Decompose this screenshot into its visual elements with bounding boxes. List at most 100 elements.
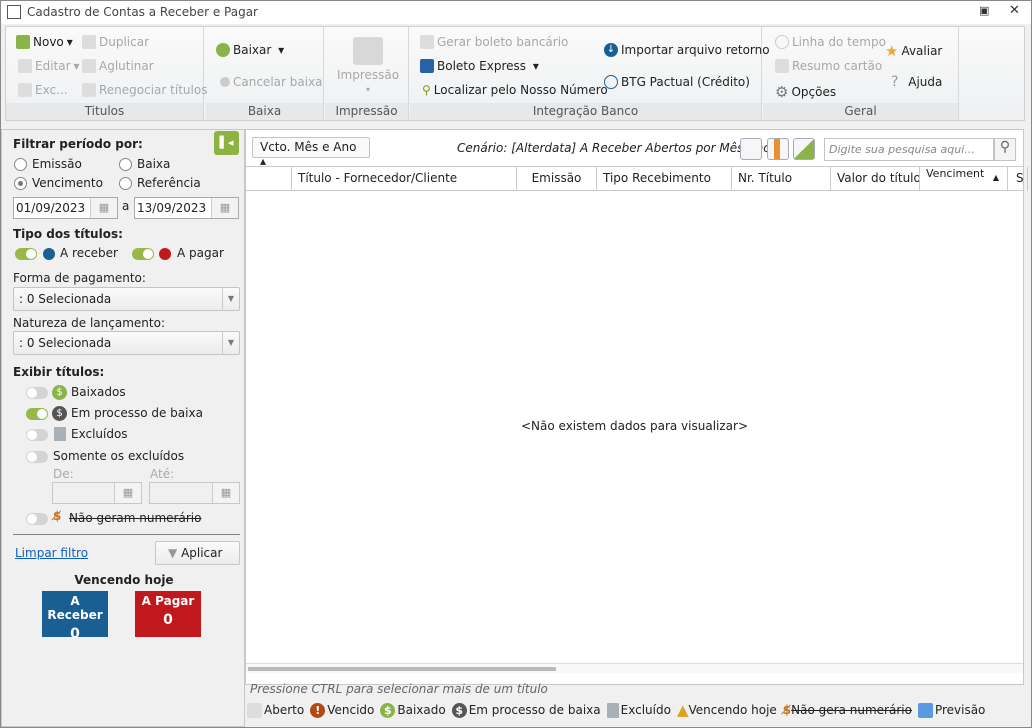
card-label: A Receber xyxy=(47,594,103,622)
handshake-icon xyxy=(82,83,96,97)
card-label: A Pagar xyxy=(141,594,195,608)
printer-icon xyxy=(353,37,384,65)
gerar-boleto-button[interactable]: Gerar boleto bancário xyxy=(420,35,568,49)
search-icon[interactable]: ⚲ xyxy=(994,138,1016,161)
toggle-excluidos[interactable] xyxy=(26,429,48,441)
toggle-receber[interactable] xyxy=(15,248,37,260)
legend-aberto: Aberto xyxy=(247,702,304,718)
forma-select[interactable]: : 0 Selecionada ▼ xyxy=(13,287,240,311)
column-nr-titulo[interactable]: Nr. Título xyxy=(732,167,831,191)
column-emissao[interactable]: Emissão xyxy=(517,167,597,191)
column-s[interactable]: S xyxy=(1008,167,1028,191)
column-valor[interactable]: Valor do título xyxy=(831,167,920,191)
legend-em-processo: $ Em processo de baixa xyxy=(451,702,601,718)
edit-icon xyxy=(18,59,32,73)
date-from-input[interactable]: 01/09/2023 ▦ xyxy=(13,197,118,219)
column-titulo[interactable]: Título - Fornecedor/Cliente xyxy=(292,167,517,191)
chevron-down-icon[interactable]: ▼ xyxy=(222,332,239,354)
card-value: 0 xyxy=(163,612,173,628)
dollar-icon: $ xyxy=(451,702,467,718)
chevron-down-icon[interactable]: ▼ xyxy=(222,288,239,310)
column-tipo[interactable]: Tipo Recebimento xyxy=(597,167,732,191)
radio-baixa[interactable] xyxy=(119,158,132,171)
radio-vencimento[interactable] xyxy=(14,177,27,190)
group-by-button[interactable]: Vcto. Mês e Ano ▴ xyxy=(252,137,370,168)
toggle-nao-geram[interactable] xyxy=(26,513,48,525)
radio-emissao[interactable] xyxy=(14,158,27,171)
toggle-somente-excluidos[interactable] xyxy=(26,451,48,463)
aglutinar-button[interactable]: Aglutinar xyxy=(82,59,154,73)
no-cash-icon: $̸ xyxy=(53,509,62,523)
radio-referencia[interactable] xyxy=(119,177,132,190)
resumo-cartao-button[interactable]: Resumo cartão xyxy=(775,59,882,73)
baixar-button[interactable]: Baixar ▾ xyxy=(216,43,284,57)
cancelar-baixa-button[interactable]: Cancelar baixa xyxy=(220,75,323,89)
editar-button[interactable]: Editar ▾ xyxy=(18,59,80,73)
scrollbar-thumb[interactable] xyxy=(248,667,556,671)
pagar-label: A pagar xyxy=(177,246,224,260)
restore-icon[interactable]: ▣ xyxy=(979,4,989,17)
radio-label: Emissão xyxy=(32,157,82,171)
excluded-from-input[interactable]: ▦ xyxy=(52,482,142,504)
exibir-title: Exibir títulos: xyxy=(13,365,105,379)
excluir-button[interactable]: Exc... xyxy=(18,83,68,97)
avaliar-button[interactable]: ★ Avaliar xyxy=(885,42,942,60)
group-label: Geral xyxy=(763,103,958,120)
grid-layout-icon[interactable] xyxy=(740,138,762,160)
calendar-icon[interactable]: ▦ xyxy=(114,483,141,503)
card-a-receber[interactable]: A Receber 0 xyxy=(42,591,108,642)
merge-icon xyxy=(82,59,96,73)
importar-retorno-button[interactable]: ↓ Importar arquivo retorno xyxy=(604,43,770,57)
group-banco: Gerar boleto bancário Boleto Express ▾ ⚲… xyxy=(410,27,770,120)
opcoes-button[interactable]: ⚙ Opções xyxy=(775,83,836,101)
filter-icon: ▼ xyxy=(168,546,178,560)
aplicar-button[interactable]: ▼ Aplicar xyxy=(155,541,240,565)
export-icon[interactable] xyxy=(793,138,815,160)
money-icon xyxy=(216,43,230,57)
barcode-icon xyxy=(420,35,434,49)
red-dot-icon xyxy=(159,248,171,260)
natureza-select[interactable]: : 0 Selecionada ▼ xyxy=(13,331,240,355)
btg-button[interactable]: BTG Pactual (Crédito) xyxy=(604,75,750,89)
natureza-label: Natureza de lançamento: xyxy=(13,316,165,330)
boleto-express-button[interactable]: Boleto Express ▾ xyxy=(420,59,539,73)
novo-button[interactable]: Novo ▾ xyxy=(16,35,73,49)
cancel-icon xyxy=(220,77,230,87)
btg-icon xyxy=(604,75,618,89)
data-grid: Vcto. Mês e Ano ▴ Cenário: [Alterdata] A… xyxy=(245,129,1028,685)
date-to-input[interactable]: 13/09/2023 ▦ xyxy=(134,197,239,219)
card-a-pagar[interactable]: A Pagar 0 xyxy=(135,591,201,637)
legend-vencendo: ▲ Vencendo hoje xyxy=(676,701,777,719)
localizar-button[interactable]: ⚲ Localizar pelo Nosso Número xyxy=(422,83,608,97)
sort-asc-icon: ▲ xyxy=(992,173,999,182)
legend-excluido: Excluído xyxy=(606,702,671,718)
limpar-filtro-link[interactable]: Limpar filtro xyxy=(15,546,88,560)
group-label: Impressão xyxy=(325,103,408,120)
calendar-icon[interactable]: ▦ xyxy=(90,198,117,218)
impressao-button[interactable]: Impressão ▾ xyxy=(337,37,399,94)
calendar-icon[interactable]: ▦ xyxy=(211,198,238,218)
horizontal-scrollbar[interactable] xyxy=(246,663,1023,673)
calendar-icon[interactable]: ▦ xyxy=(212,483,239,503)
renegociar-button[interactable]: Renegociar títulos xyxy=(82,83,207,97)
ajuda-button[interactable]: ? Ajuda xyxy=(891,74,942,90)
close-icon[interactable]: ✕ xyxy=(1009,3,1020,18)
grid-header: Título - Fornecedor/Cliente Emissão Tipo… xyxy=(246,166,1028,191)
collapse-panel-button[interactable]: ▌◂ xyxy=(214,131,239,155)
duplicar-button[interactable]: Duplicar xyxy=(82,35,149,49)
toggle-em-processo[interactable] xyxy=(26,408,48,420)
group-label: Baixa xyxy=(206,103,323,120)
legend-vencido: ! Vencido xyxy=(310,702,374,718)
columns-icon[interactable] xyxy=(767,138,789,160)
radio-label: Referência xyxy=(137,176,201,190)
search-input[interactable]: Digite sua pesquisa aqui... xyxy=(824,138,994,161)
column-vencimento[interactable]: Venciment ▲ xyxy=(920,167,1008,191)
forma-label: Forma de pagamento: xyxy=(13,271,146,285)
excluded-to-input[interactable]: ▦ xyxy=(149,482,240,504)
filter-panel: Filtrar período por: ▌◂ Emissão Baixa Ve… xyxy=(1,129,245,727)
linha-tempo-button[interactable]: Linha do tempo xyxy=(775,35,886,49)
toggle-pagar[interactable] xyxy=(132,248,154,260)
blue-dot-icon xyxy=(43,248,55,260)
no-cash-icon: $̸ xyxy=(782,703,792,717)
toggle-baixados[interactable] xyxy=(26,387,48,399)
